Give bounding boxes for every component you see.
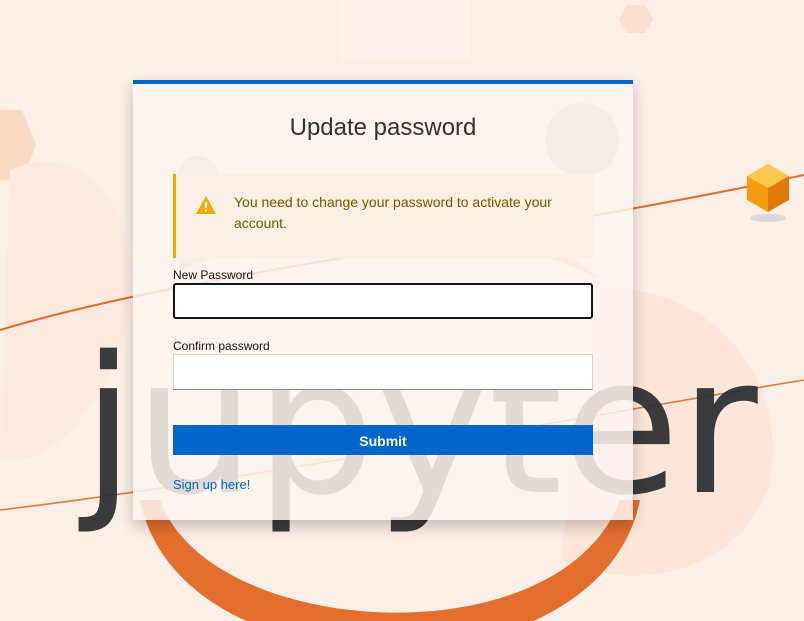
new-password-field[interactable] [173, 283, 593, 319]
update-password-card: Update password You need to change your … [133, 80, 633, 520]
signup-link[interactable]: Sign up here! [173, 477, 250, 492]
submit-button[interactable]: Submit [173, 425, 593, 455]
confirm-password-label: Confirm password [173, 339, 270, 353]
page-title: Update password [289, 114, 477, 141]
alert-message: You need to change your password to acti… [234, 194, 552, 231]
orange-cube-icon [747, 164, 789, 222]
hexagon-decoration [619, 5, 653, 33]
warning-triangle-icon [196, 196, 216, 214]
confirm-password-field[interactable] [173, 354, 593, 390]
new-password-label: New Password [173, 268, 254, 282]
warning-alert: You need to change your password to acti… [173, 174, 593, 258]
